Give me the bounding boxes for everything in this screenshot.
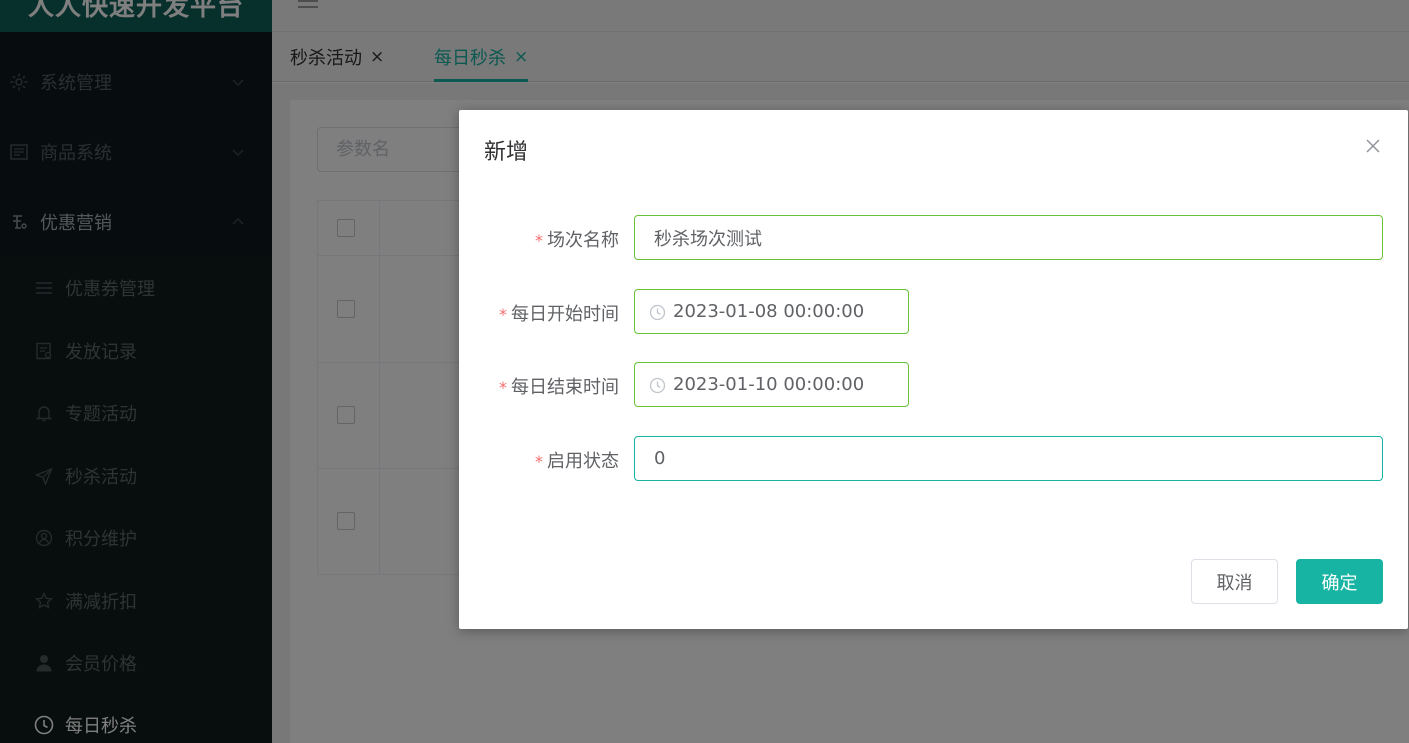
clock-icon bbox=[649, 377, 666, 394]
status-input[interactable] bbox=[635, 437, 1382, 480]
session-name-input[interactable] bbox=[635, 216, 1382, 259]
start-time-input[interactable] bbox=[635, 290, 908, 333]
end-time-input[interactable] bbox=[635, 363, 908, 406]
required-mark: * bbox=[535, 452, 543, 471]
required-mark: * bbox=[499, 378, 507, 397]
dialog-title: 新增 bbox=[484, 140, 529, 165]
label-text: 启用状态 bbox=[547, 451, 619, 472]
status-field[interactable] bbox=[634, 436, 1383, 481]
form-row-session-name: * 场次名称 bbox=[459, 215, 1408, 261]
add-dialog: 新增 *场次名称 *每日开始时间 *每日结束时间 bbox=[459, 110, 1408, 629]
start-time-label: * 每日开始时间 bbox=[499, 300, 619, 326]
end-time-label: * 每日结束时间 bbox=[499, 373, 619, 399]
cancel-button[interactable]: 取消 bbox=[1191, 559, 1278, 604]
end-time-picker[interactable] bbox=[634, 362, 909, 407]
form-row-end-time: * 每日结束时间 bbox=[459, 362, 1408, 408]
form-row-start-time: * 每日开始时间 bbox=[459, 289, 1408, 335]
session-name-field[interactable] bbox=[634, 215, 1383, 260]
label-text: 场次名称 bbox=[547, 230, 619, 251]
status-label: * 启用状态 bbox=[535, 447, 619, 473]
start-time-picker[interactable] bbox=[634, 289, 909, 334]
confirm-button[interactable]: 确定 bbox=[1296, 559, 1383, 604]
required-mark: * bbox=[535, 231, 543, 250]
label-text: 每日开始时间 bbox=[511, 304, 619, 325]
form-row-status: * 启用状态 bbox=[459, 436, 1408, 482]
label-text: 每日结束时间 bbox=[511, 377, 619, 398]
close-icon[interactable] bbox=[1362, 135, 1384, 157]
clock-icon bbox=[649, 304, 666, 321]
session-name-label: * 场次名称 bbox=[535, 226, 619, 252]
required-mark: * bbox=[499, 305, 507, 324]
